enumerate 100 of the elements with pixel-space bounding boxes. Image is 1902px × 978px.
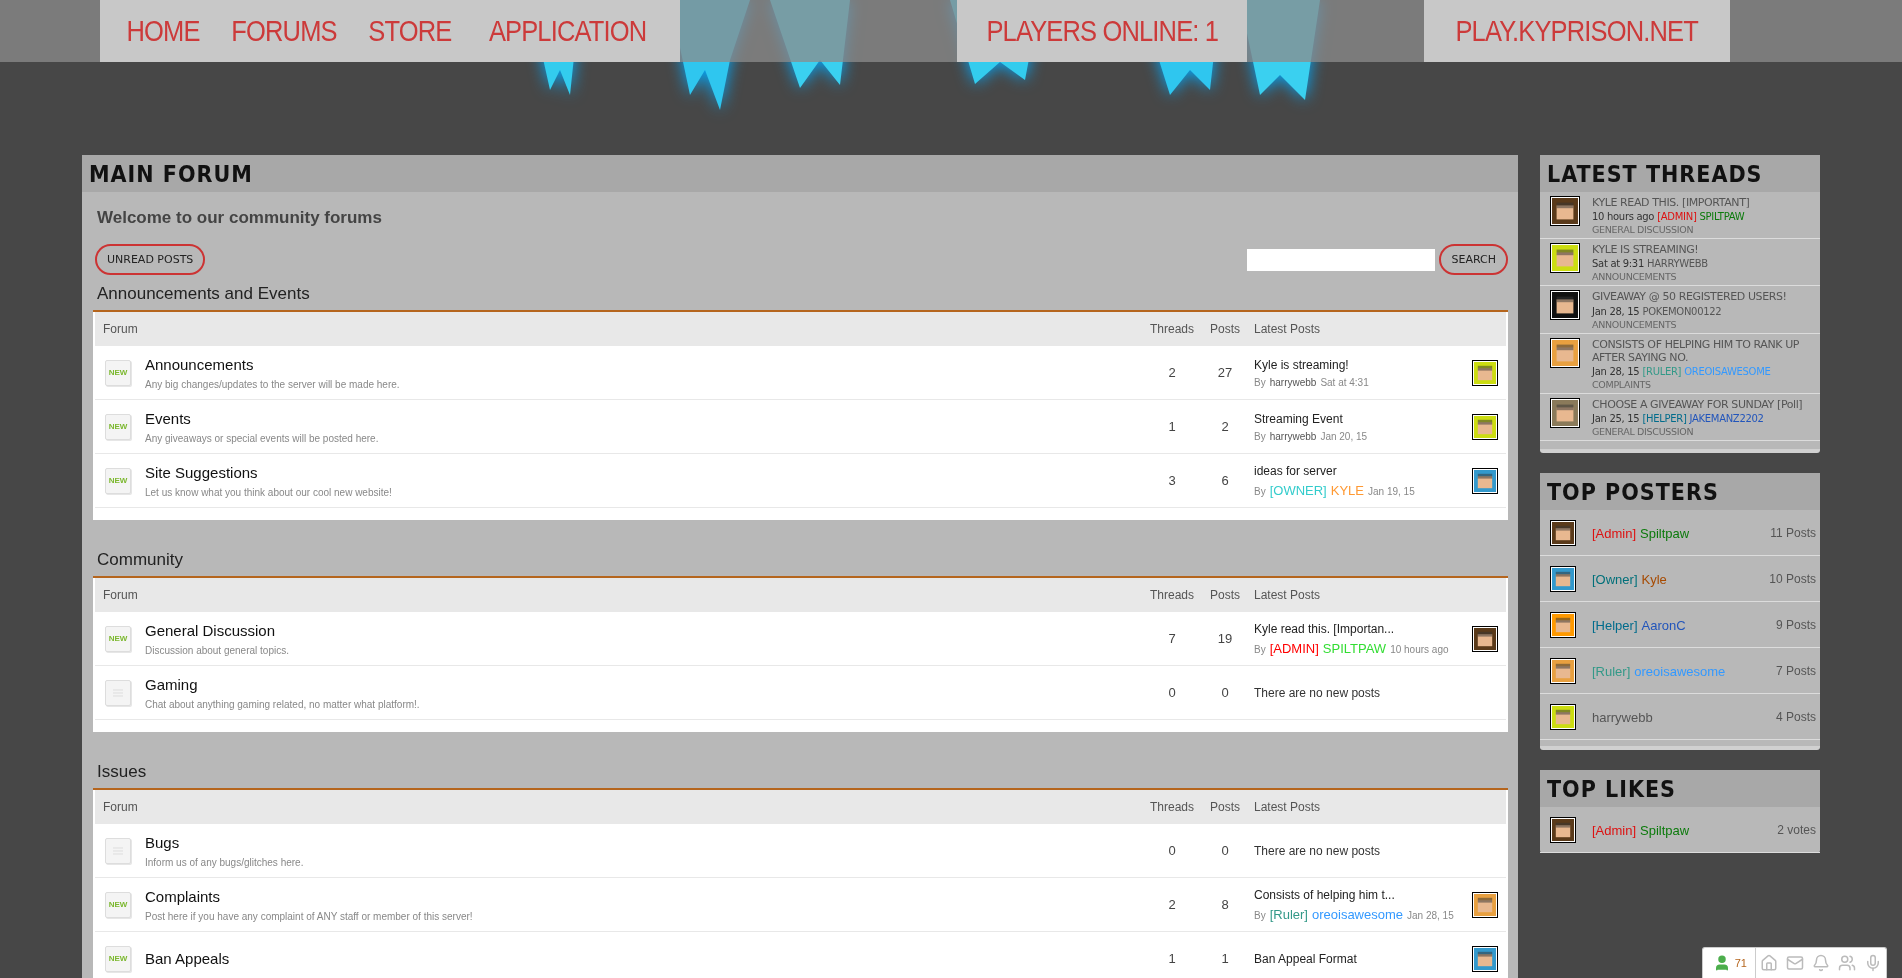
forum-name[interactable]: Bugs bbox=[145, 833, 1144, 851]
nav-link[interactable]: APPLICATION bbox=[488, 14, 647, 48]
forum-description: Chat about anything gaming related, no matter what platform!. bbox=[145, 698, 421, 710]
username[interactable]: [Admin] bbox=[1592, 525, 1637, 541]
username[interactable]: [ADMIN] bbox=[1269, 640, 1319, 656]
avatar bbox=[1550, 704, 1576, 731]
username[interactable]: HARRYWEBB bbox=[1646, 258, 1708, 270]
username[interactable]: [Owner] bbox=[1592, 571, 1638, 587]
username[interactable]: [Ruler] bbox=[1269, 906, 1308, 922]
latest-post-title[interactable]: Ban Appeal Format bbox=[1254, 951, 1462, 966]
username[interactable]: harrywebb bbox=[1269, 430, 1317, 442]
username[interactable]: AaronC bbox=[1641, 617, 1686, 633]
username[interactable]: harrywebb bbox=[1269, 376, 1317, 388]
thread-forum[interactable]: ANNOUNCEMENTS bbox=[1592, 318, 1787, 330]
username[interactable]: Kyle bbox=[1641, 571, 1667, 587]
nav-link[interactable]: FORUMS bbox=[230, 14, 337, 48]
username[interactable]: SPILTPAW bbox=[1699, 211, 1745, 223]
online-count: 71 bbox=[1734, 957, 1747, 969]
username[interactable]: [Admin] bbox=[1592, 822, 1637, 838]
thread-title[interactable]: KYLE IS STREAMING! bbox=[1592, 243, 1708, 257]
latest-post-title[interactable]: Consists of helping him t... bbox=[1254, 887, 1462, 902]
thread-title[interactable]: KYLE READ THIS. [IMPORTANT] bbox=[1592, 196, 1750, 210]
username[interactable]: JAKEMANZ2202 bbox=[1689, 413, 1764, 425]
username[interactable]: [Helper] bbox=[1592, 617, 1638, 633]
post-time: Jan 20, 15 bbox=[1320, 430, 1368, 442]
username[interactable]: SPILTPAW bbox=[1322, 640, 1387, 656]
forum-name[interactable]: Gaming bbox=[145, 675, 1144, 693]
latest-post-title[interactable]: Streaming Event bbox=[1254, 411, 1462, 426]
nav-link[interactable]: STORE bbox=[368, 14, 452, 48]
username[interactable]: Spiltpaw bbox=[1640, 525, 1690, 541]
forum-description: Let us know what you think about our cool new website! bbox=[145, 486, 393, 498]
avatar bbox=[1550, 566, 1576, 593]
username[interactable]: POKEMON00122 bbox=[1642, 305, 1722, 317]
count: 11 Posts bbox=[1770, 526, 1816, 541]
username[interactable]: [RULER] bbox=[1642, 365, 1682, 377]
avatar bbox=[1472, 359, 1498, 386]
username[interactable]: [Ruler] bbox=[1592, 663, 1631, 679]
unread-posts-button[interactable]: UNREAD POSTS bbox=[95, 244, 206, 275]
forum-name[interactable]: Ban Appeals bbox=[145, 950, 1144, 967]
thread-time: Jan 25, 15 bbox=[1592, 413, 1640, 425]
count: 7 Posts bbox=[1775, 664, 1816, 679]
column-header: Forum bbox=[102, 588, 139, 602]
username[interactable]: [HELPER] bbox=[1642, 413, 1687, 425]
forum-description: Discussion about general topics. bbox=[145, 644, 290, 656]
thread-count: 2 bbox=[1167, 365, 1177, 380]
forum-name[interactable]: Site Suggestions bbox=[145, 463, 1144, 481]
username[interactable]: Spiltpaw bbox=[1640, 822, 1690, 838]
thread-time: Jan 28, 15 bbox=[1592, 365, 1640, 377]
latest-post-title[interactable]: ideas for server bbox=[1254, 463, 1462, 478]
count: 9 Posts bbox=[1775, 618, 1816, 633]
username[interactable]: harrywebb bbox=[1592, 709, 1653, 725]
thread-count: 0 bbox=[1167, 685, 1177, 700]
username[interactable]: KYLE bbox=[1330, 482, 1364, 498]
avatar bbox=[1550, 520, 1576, 547]
thread-title[interactable]: GIVEAWAY @ 50 REGISTERED USERS! bbox=[1592, 290, 1787, 304]
post-count: 2 bbox=[1220, 419, 1230, 434]
new-label: NEW bbox=[108, 476, 128, 485]
search-button[interactable]: SEARCH bbox=[1439, 244, 1508, 275]
forum-name[interactable]: Complaints bbox=[145, 887, 1144, 905]
avatar bbox=[1472, 891, 1498, 918]
forum-name[interactable]: Events bbox=[145, 409, 1144, 427]
avatar bbox=[1550, 612, 1576, 639]
thread-forum[interactable]: ANNOUNCEMENTS bbox=[1592, 271, 1708, 283]
avatar bbox=[1550, 337, 1580, 368]
latest-post-title[interactable]: Kyle is streaming! bbox=[1254, 357, 1462, 372]
thread-forum[interactable]: GENERAL DISCUSSION bbox=[1592, 224, 1750, 236]
thread-time: 10 hours ago bbox=[1592, 211, 1655, 223]
thread-count: 0 bbox=[1167, 843, 1177, 858]
post-count: 0 bbox=[1220, 685, 1230, 700]
column-header: Latest Posts bbox=[1253, 322, 1322, 336]
avatar bbox=[1472, 413, 1498, 440]
thread-forum[interactable]: COMPLAINTS bbox=[1592, 378, 1816, 390]
panel-title: TOP POSTERS bbox=[1547, 478, 1719, 505]
username[interactable]: [ADMIN] bbox=[1657, 211, 1697, 223]
section-title: Community bbox=[97, 550, 184, 570]
thread-title[interactable]: CHOOSE A GIVEAWAY FOR SUNDAY [Poll] bbox=[1592, 397, 1803, 412]
thread-forum[interactable]: GENERAL DISCUSSION bbox=[1592, 426, 1803, 438]
latest-post-title[interactable]: Kyle read this. [Importan... bbox=[1254, 621, 1462, 636]
column-header: Latest Posts bbox=[1253, 800, 1322, 814]
panel-title: TOP LIKES bbox=[1547, 775, 1677, 802]
username[interactable]: oreoisawesome bbox=[1311, 906, 1403, 922]
avatar bbox=[1550, 290, 1580, 321]
column-header: Threads bbox=[1149, 588, 1195, 602]
post-time: Jan 28, 15 bbox=[1407, 909, 1454, 921]
no-posts-text: There are no new posts bbox=[1253, 685, 1382, 700]
avatar bbox=[1472, 625, 1498, 652]
welcome-heading: Welcome to our community forums bbox=[97, 208, 383, 228]
avatar bbox=[1472, 945, 1498, 972]
thread-title[interactable]: CONSISTS OF HELPING HIM TO RANK UP AFTER SAYING NO. bbox=[1592, 337, 1816, 364]
forum-name[interactable]: General Discussion bbox=[145, 621, 1144, 639]
avatar bbox=[1550, 658, 1576, 685]
thread-count: 1 bbox=[1167, 951, 1177, 966]
thread-count: 1 bbox=[1167, 419, 1177, 434]
username[interactable]: [OWNER] bbox=[1269, 482, 1327, 498]
search-field[interactable] bbox=[1247, 248, 1436, 271]
thread-time: Sat at 9:31 bbox=[1592, 258, 1644, 270]
column-header: Latest Posts bbox=[1253, 588, 1322, 602]
new-label: NEW bbox=[108, 634, 128, 643]
nav-link[interactable]: HOME bbox=[126, 14, 200, 48]
forum-name[interactable]: Announcements bbox=[145, 355, 1144, 373]
